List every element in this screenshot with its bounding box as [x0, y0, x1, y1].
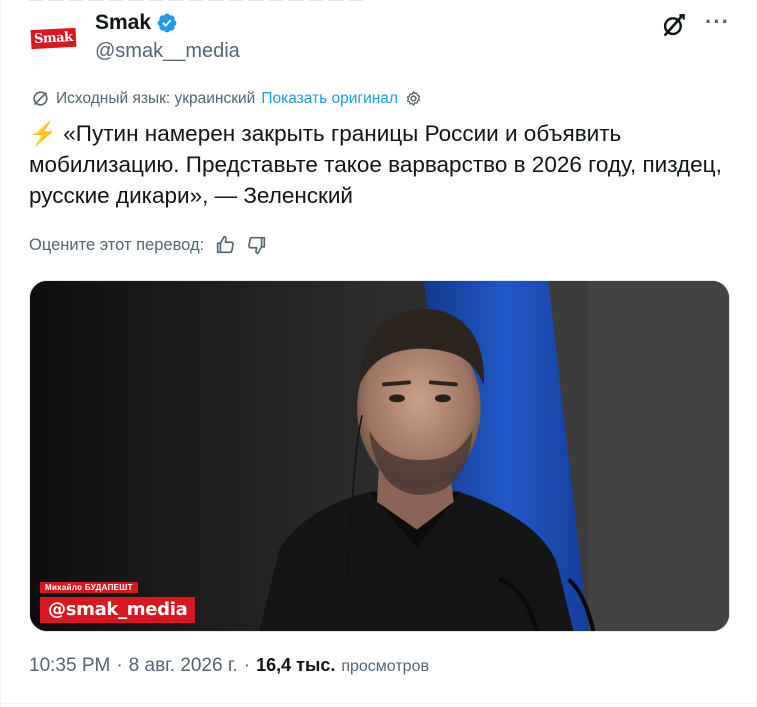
meta-separator: ·: [116, 655, 123, 676]
more-icon[interactable]: ···: [705, 11, 730, 33]
meta-separator: ·: [243, 655, 251, 676]
previous-tweet-cutoff: [29, 0, 389, 6]
translation-bar: Исходный язык: украинский Показать ориги…: [31, 89, 423, 108]
views-label: просмотров: [341, 658, 429, 675]
author-name-row[interactable]: Smak: [95, 11, 178, 35]
avatar[interactable]: Smak: [29, 14, 77, 62]
tweet-meta: 10:35 PM · 8 авг. 2026 г. · 16,4 тыс. пр…: [29, 655, 429, 677]
top-actions: ···: [661, 11, 730, 38]
divider: [1, 703, 757, 704]
thumbs-up-icon[interactable]: [214, 234, 236, 256]
thumbs-down-icon[interactable]: [246, 234, 268, 256]
lightning-emoji: ⚡: [29, 121, 58, 146]
show-original-link[interactable]: Показать оригинал: [261, 90, 398, 108]
views-count[interactable]: 16,4 тыс.: [256, 655, 335, 676]
photo-caption: Михайло БУДАПЕШТ: [40, 582, 138, 593]
rate-translation-label: Оцените этот перевод:: [29, 235, 205, 254]
photo-scene: [30, 281, 729, 631]
tweet-date[interactable]: 8 авг. 2026 г.: [129, 655, 238, 677]
tweet-time[interactable]: 10:35 PM: [29, 655, 110, 677]
tweet-photo[interactable]: Михайло БУДАПЕШТ @smak_media: [29, 280, 730, 632]
avatar-logo: Smak: [30, 27, 76, 49]
tweet-body: «Путин намерен закрыть границы России и …: [29, 121, 722, 208]
rate-translation: Оцените этот перевод:: [29, 234, 268, 256]
handle[interactable]: @smak__media: [95, 40, 240, 63]
source-language-label: Исходный язык: украинский: [56, 89, 256, 107]
verified-badge-icon: [157, 13, 177, 33]
translate-icon: [33, 91, 48, 106]
display-name[interactable]: Smak: [95, 11, 151, 35]
tweet-text: ⚡ «Путин намерен закрыть границы России …: [29, 118, 729, 211]
photo-watermark: @smak_media: [40, 597, 196, 623]
grok-icon[interactable]: [661, 12, 687, 38]
settings-icon[interactable]: [404, 89, 423, 108]
tweet-card: Smak Smak @smak__media ··· Исходный язык…: [0, 0, 757, 707]
